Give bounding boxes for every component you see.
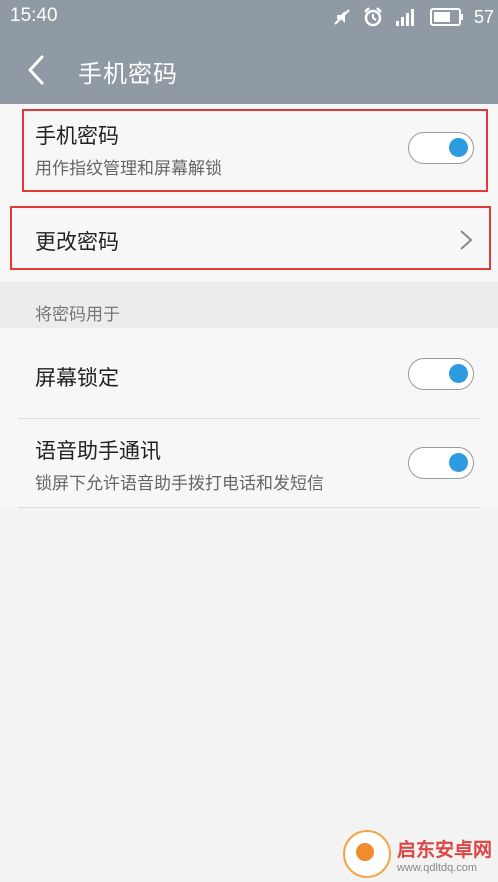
watermark-url: www.qdltdq.com [396, 861, 478, 874]
signal-icon [395, 9, 414, 26]
app-bar: 手机密码 [0, 36, 498, 104]
alarm-icon [364, 7, 382, 27]
voice-assistant-subtitle: 锁屏下允许语音助手拨打电话和发短信 [35, 474, 324, 494]
screen-lock-row[interactable]: 屏幕锁定 [0, 328, 498, 418]
battery-percentage: 57 [473, 6, 494, 27]
screen-lock-title: 屏幕锁定 [35, 366, 119, 390]
page-title: 手机密码 [78, 60, 178, 88]
section-header-label: 将密码用于 [35, 305, 120, 325]
phone-password-toggle[interactable] [408, 132, 474, 164]
phone-password-title: 手机密码 [35, 124, 119, 148]
status-bar: 15:40 57 [0, 0, 498, 36]
status-time: 15:40 [10, 5, 58, 26]
chevron-right-icon [460, 230, 473, 250]
back-button[interactable] [22, 54, 52, 86]
voice-assistant-toggle[interactable] [408, 447, 474, 479]
toggle-knob [449, 453, 468, 472]
divider [18, 507, 480, 508]
voice-assistant-row[interactable]: 语音助手通讯 锁屏下允许语音助手拨打电话和发短信 [0, 419, 498, 507]
phone-password-row[interactable]: 手机密码 用作指纹管理和屏幕解锁 [0, 104, 498, 196]
battery-icon [429, 8, 463, 26]
password-card: 手机密码 用作指纹管理和屏幕解锁 更改密码 [0, 104, 498, 282]
watermark: 启东安卓网 www.qdltdq.com [342, 830, 492, 878]
screen-lock-toggle[interactable] [408, 358, 474, 390]
change-password-row[interactable]: 更改密码 [0, 196, 498, 282]
section-header: 将密码用于 [0, 282, 498, 328]
usage-card: 屏幕锁定 语音助手通讯 锁屏下允许语音助手拨打电话和发短信 [0, 328, 498, 508]
mute-icon [334, 9, 350, 25]
toggle-knob [449, 364, 468, 383]
phone-password-subtitle: 用作指纹管理和屏幕解锁 [35, 159, 222, 179]
voice-assistant-title: 语音助手通讯 [35, 439, 161, 463]
toggle-knob [449, 138, 468, 157]
watermark-logo-icon [342, 830, 391, 878]
watermark-name: 启东安卓网 [396, 838, 492, 861]
change-password-title: 更改密码 [35, 230, 119, 254]
status-icons: 57 [332, 6, 494, 28]
